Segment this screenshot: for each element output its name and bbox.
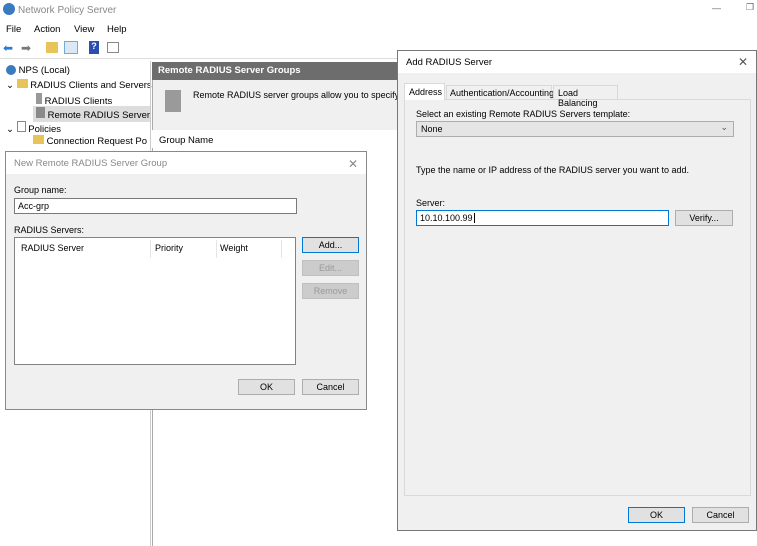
column-weight[interactable]: Weight [220,243,248,253]
group-name-label: Group name: [14,185,67,195]
template-value: None [421,124,443,134]
radius-servers-list[interactable]: RADIUS Server Priority Weight [14,237,296,365]
tree-item-radius-clients[interactable]: RADIUS Clients [36,93,112,107]
remove-button[interactable]: Remove [302,283,359,299]
show-hide-tree-icon[interactable] [64,41,78,54]
group-name-input[interactable]: Acc-grp [14,198,297,214]
divider [150,240,151,258]
close-icon[interactable]: ✕ [738,55,748,69]
server-icon [36,93,42,104]
ok-button[interactable]: OK [238,379,295,395]
text-cursor [473,213,475,223]
close-icon[interactable]: ✕ [348,157,358,171]
description-text: Remote RADIUS server groups allow you to… [193,90,414,100]
column-group-name[interactable]: Group Name [159,135,213,146]
new-group-dialog: New Remote RADIUS Server Group ✕ Group n… [5,151,367,410]
folder-icon [33,135,44,144]
template-label: Select an existing Remote RADIUS Servers… [416,109,631,119]
tab-panel: Select an existing Remote RADIUS Servers… [404,99,751,496]
tab-address[interactable]: Address [404,83,445,100]
server-value: 10.10.100.99 [420,213,473,223]
divider [216,240,217,258]
dialog-title: New Remote RADIUS Server Group [6,152,366,174]
template-dropdown[interactable]: None ⌄ [416,121,734,137]
tree-item-remote-radius-server[interactable]: Remote RADIUS Server [33,106,150,122]
server-group-icon [165,90,181,112]
action-pane-icon[interactable] [107,42,119,53]
ok-button[interactable]: OK [628,507,685,523]
restore-button[interactable]: ❐ [746,2,754,13]
tree-item-connection-request[interactable]: Connection Request Po [33,135,150,147]
server-label: Server: [416,198,446,208]
nps-globe-icon [3,3,15,15]
globe-icon [6,65,16,76]
server-group-icon [36,107,45,118]
folder-icon [16,79,28,88]
policy-icon [16,121,26,132]
pane-header: Remote RADIUS Server Groups [152,62,397,80]
menu-file[interactable]: File [6,24,21,35]
tree-item-radius-clients-servers[interactable]: ⌄ RADIUS Clients and Servers [6,79,152,91]
server-input[interactable]: 10.10.100.99 [416,210,669,226]
help-icon[interactable]: ? [89,41,99,54]
forward-icon[interactable]: ➡ [21,41,31,55]
divider [281,240,282,258]
tab-load-balancing[interactable]: Load Balancing [553,85,618,108]
menu-action[interactable]: Action [34,24,60,35]
add-button[interactable]: Add... [302,237,359,253]
radius-servers-label: RADIUS Servers: [14,225,85,235]
menu-help[interactable]: Help [107,24,127,35]
chevron-down-icon: ⌄ [720,122,728,132]
minimize-button[interactable]: — [712,3,721,13]
tree-root[interactable]: NPS (Local) [6,65,70,76]
back-icon[interactable]: ⬅ [3,41,13,55]
verify-button[interactable]: Verify... [675,210,733,226]
instruction-text: Type the name or IP address of the RADIU… [416,165,689,175]
pane-description: Remote RADIUS server groups allow you to… [152,80,413,130]
title-bar: Network Policy Server — ❐ [0,0,757,20]
app-title: Network Policy Server [18,5,117,16]
tab-authentication-accounting[interactable]: Authentication/Accounting [446,85,554,100]
tree-item-policies[interactable]: ⌄ Policies [6,121,61,135]
up-folder-icon[interactable] [46,42,58,53]
menu-bar: File Action View Help [0,20,757,37]
column-priority[interactable]: Priority [155,243,183,253]
cancel-button[interactable]: Cancel [302,379,359,395]
menu-view[interactable]: View [74,24,94,35]
edit-button[interactable]: Edit... [302,260,359,276]
cancel-button[interactable]: Cancel [692,507,749,523]
add-radius-server-dialog: Add RADIUS Server ✕ Select an existing R… [397,50,757,531]
column-radius-server[interactable]: RADIUS Server [21,243,84,253]
dialog-title: Add RADIUS Server [398,51,756,73]
